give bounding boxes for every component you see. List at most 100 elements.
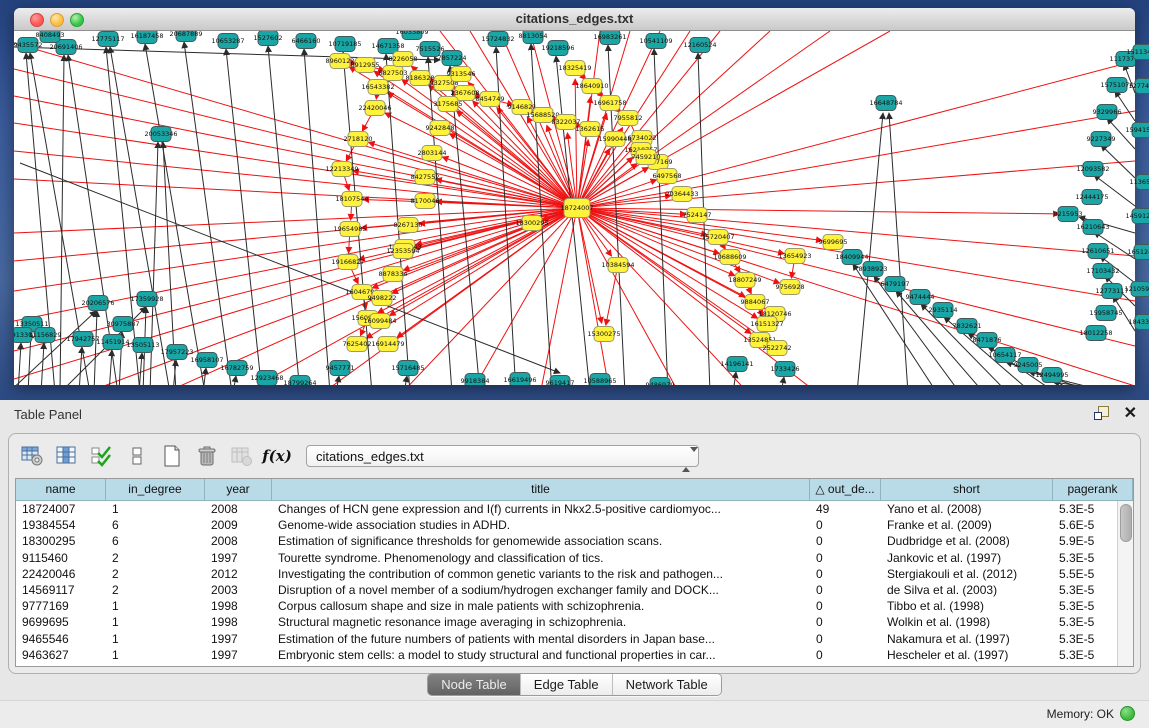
column-header-in_degree[interactable]: in_degree [106,479,205,501]
graph-node[interactable]: 17359928 [130,292,163,307]
graph-node[interactable]: 16210643 [1076,220,1109,235]
graph-node[interactable]: 8813054 [519,31,548,44]
graph-node[interactable]: 8215953 [1054,207,1083,222]
graph-node[interactable]: 10688609 [713,250,746,265]
graph-node[interactable]: 9474444 [906,290,935,305]
table-row[interactable]: 2242004622012Investigating the contribut… [16,566,1133,582]
graph-node[interactable]: 13505113 [126,338,159,353]
table-settings-icon[interactable] [19,443,45,469]
graph-node[interactable]: 17103432 [1086,264,1119,279]
graph-node[interactable]: 11451914 [96,335,129,350]
graph-node[interactable]: 7955812 [614,111,643,126]
graph-node[interactable]: 10541109 [639,34,672,49]
minimize-window-button[interactable] [50,13,64,27]
function-icon[interactable]: f(x) [264,443,290,469]
tab-edge-table[interactable]: Edge Table [520,674,612,695]
float-panel-icon[interactable] [1094,406,1110,421]
table-row[interactable]: 1830029562008Estimation of significance … [16,533,1133,549]
graph-node[interactable]: 20364433 [665,187,698,202]
graph-node[interactable]: 17957223 [160,345,193,360]
graph-node[interactable]: 7625402 [343,337,372,352]
graph-node[interactable]: 18640910 [575,79,608,94]
graph-node[interactable]: 16958107 [190,353,223,368]
window-titlebar[interactable]: citations_edges.txt [14,8,1135,31]
graph-node[interactable]: 10719185 [328,37,361,52]
graph-node[interactable]: 8226058 [389,52,418,67]
graph-node[interactable]: 9227349 [1087,132,1116,147]
graph-node[interactable]: 15958745 [1089,306,1122,321]
column-header-out_degree[interactable]: △ out_de... [810,479,881,501]
graph-node[interactable]: 7832621 [953,319,982,334]
graph-node[interactable]: 7857224 [438,51,467,66]
graph-node[interactable]: 12923468 [250,371,283,386]
graph-node[interactable]: 19654985 [333,222,366,237]
graph-node[interactable]: 6497568 [653,169,682,184]
graph-node[interactable]: 7524147 [683,208,712,223]
graph-node[interactable]: 12773117 [1095,284,1128,299]
tab-network-table[interactable]: Network Table [612,674,721,695]
graph-node[interactable]: 14196141 [720,357,753,372]
graph-node[interactable]: 15724832 [481,32,514,47]
graph-node[interactable]: 15751074 [1100,78,1133,93]
graph-node[interactable]: 16033809 [395,31,428,40]
table-vertical-scrollbar[interactable] [1117,501,1133,666]
import-table-icon[interactable] [229,443,255,469]
graph-node[interactable]: 16648784 [869,96,902,111]
table-column-icon[interactable] [54,443,80,469]
graph-node[interactable]: 8912955 [351,58,380,73]
graph-node[interactable]: 18107544 [335,192,368,207]
table-row[interactable]: 1456911722003Disruption of a novel membe… [16,582,1133,598]
graph-node[interactable]: 18799264 [283,376,316,386]
graph-node[interactable]: 9619417 [546,376,575,386]
close-panel-icon[interactable]: ✕ [1124,406,1137,421]
graph-node[interactable]: 10384594 [601,258,634,273]
graph-node[interactable]: 12444175 [1075,190,1108,205]
graph-node[interactable]: 9457771 [326,361,355,376]
graph-node[interactable]: 12610651 [1081,244,1114,259]
graph-node[interactable]: 9313546 [447,67,476,82]
table-row[interactable]: 1872400712008Changes of HCN gene express… [16,501,1133,517]
scrollbar-thumb[interactable] [1120,504,1132,542]
graph-node[interactable]: 13654923 [778,249,811,264]
graph-node[interactable]: 16914479 [371,337,404,352]
graph-node[interactable]: 1733426 [771,362,800,377]
table-row[interactable]: 977716911998Corpus callosum shape and si… [16,598,1133,614]
graph-node[interactable]: 2935114 [929,303,958,318]
graph-node[interactable]: 12775117 [91,32,124,47]
graph-node[interactable]: 2718120 [344,132,373,147]
column-header-short[interactable]: short [881,479,1053,501]
column-header-title[interactable]: title [272,479,810,501]
graph-node[interactable]: 9486979 [646,378,675,386]
column-header-year[interactable]: year [205,479,272,501]
graph-node[interactable]: 12160524 [683,38,716,53]
graph-node[interactable]: 16187458 [130,31,163,44]
graph-node[interactable]: 1527602 [254,31,283,46]
graph-node[interactable]: 9918384 [461,374,490,386]
network-canvas[interactable]: 9435572206914068408493127751171618745820… [14,31,1135,385]
network-view-window[interactable]: citations_edges.txt 94355722069140684084… [14,8,1135,385]
table-row[interactable]: 911546021997Tourette syndrome. Phenomeno… [16,550,1133,566]
graph-node[interactable]: 7459210 [632,150,661,165]
graph-node[interactable]: 19218596 [541,41,574,56]
graph-node[interactable]: 20687889 [169,31,202,42]
table-row[interactable]: 969969511998Structural magnetic resonanc… [16,614,1133,630]
network-table-select[interactable]: citations_edges.txt [306,445,699,467]
graph-node[interactable]: 15716485 [391,361,424,376]
column-header-pagerank[interactable]: pagerank [1053,479,1133,501]
graph-node[interactable]: 6479197 [881,277,910,292]
graph-node[interactable]: 9884067 [741,295,770,310]
graph-node[interactable]: 8267130 [394,218,423,233]
graph-node[interactable]: 16619496 [503,373,536,386]
tab-node-table[interactable]: Node Table [428,674,520,695]
graph-node[interactable]: 8454749 [476,92,505,107]
delete-icon[interactable] [194,443,220,469]
graph-node[interactable]: 15720407 [701,230,734,245]
graph-node[interactable]: 18724007 [560,199,593,218]
graph-node[interactable]: 15300275 [587,327,620,342]
graph-node[interactable]: 9329966 [1093,105,1122,120]
table-row[interactable]: 1938455462009Genome-wide association stu… [16,517,1133,533]
graph-node[interactable]: 8827503 [379,66,408,81]
citation-network-graph[interactable]: 9435572206914068408493127751171618745820… [14,31,1135,385]
graph-node[interactable]: 9699695 [819,235,848,250]
graph-node[interactable]: 6466160 [292,34,321,49]
